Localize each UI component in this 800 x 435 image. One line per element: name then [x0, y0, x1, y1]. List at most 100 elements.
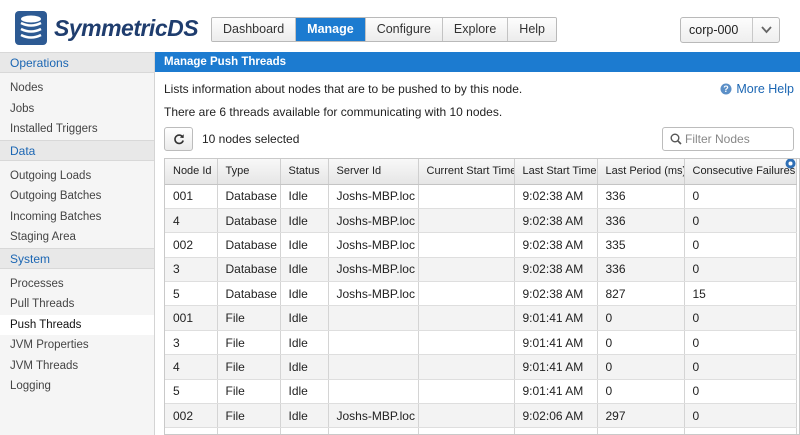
table-cell: Joshs-MBP.loc	[328, 208, 419, 234]
sidebar-section-data: Data	[0, 139, 154, 161]
table-cell	[418, 330, 515, 356]
table-row[interactable]: 3 File Idle 9:01:41 AM 0 0	[165, 330, 797, 356]
table-cell: File	[217, 354, 281, 380]
table-cell	[418, 184, 515, 209]
table-cell: 9:01:41 AM	[514, 354, 598, 380]
col-last-start-time[interactable]: Last Start Time	[514, 159, 598, 185]
table-cell: 0	[597, 354, 685, 380]
table-cell: 001	[165, 305, 218, 331]
database-logo-icon	[15, 11, 47, 45]
table-cell: 9:01:41 AM	[514, 305, 598, 331]
col-type[interactable]: Type	[217, 159, 281, 185]
col-consecutive-failures[interactable]: Consecutive Failures	[684, 159, 797, 185]
table-cell: Joshs-MBP.loc	[328, 232, 419, 258]
sidebar-item-jvm-properties[interactable]: JVM Properties	[0, 335, 154, 356]
table-cell: 0	[684, 208, 797, 234]
table-row[interactable]	[165, 427, 797, 434]
table-cell: 002	[165, 403, 218, 429]
table-row[interactable]: 001 File Idle 9:01:41 AM 0 0	[165, 305, 797, 331]
table-cell: 9:02:38 AM	[514, 281, 598, 307]
table-cell: 001	[165, 184, 218, 209]
table-row[interactable]: 4 Database Idle Joshs-MBP.loc 9:02:38 AM 336 0	[165, 208, 797, 234]
table-cell: 336	[597, 184, 685, 209]
table-cell	[328, 354, 419, 380]
table-cell: Idle	[280, 257, 329, 283]
col-node-id[interactable]: Node Id	[165, 159, 218, 185]
nav-help[interactable]: Help	[508, 18, 557, 41]
refresh-button[interactable]	[164, 127, 193, 151]
sidebar-item-processes[interactable]: Processes	[0, 274, 154, 295]
table-cell: 4	[165, 354, 218, 380]
filter-nodes-field[interactable]	[662, 127, 794, 151]
table-cell: 9:02:06 AM	[514, 403, 598, 429]
table-row[interactable]: 5 File Idle 9:01:41 AM 0 0	[165, 379, 797, 405]
col-last-period[interactable]: Last Period (ms)	[597, 159, 685, 185]
sidebar-item-outgoing-batches[interactable]: Outgoing Batches	[0, 186, 154, 207]
table-cell	[328, 330, 419, 356]
sidebar-item-nodes[interactable]: Nodes	[0, 78, 154, 99]
table-cell: 827	[597, 281, 685, 307]
table-cell: Idle	[280, 403, 329, 429]
sidebar-item-outgoing-loads[interactable]: Outgoing Loads	[0, 166, 154, 187]
sidebar: Operations Nodes Jobs Installed Triggers…	[0, 52, 155, 435]
table-header-row: Node Id Type Status Server Id Current St…	[165, 159, 797, 185]
table-cell	[418, 232, 515, 258]
help-icon: ?	[720, 83, 732, 95]
chevron-down-icon	[761, 26, 772, 34]
table-row[interactable]: 002 Database Idle Joshs-MBP.loc 9:02:38 AM 33…	[165, 232, 797, 258]
table-cell: 9:01:41 AM	[514, 330, 598, 356]
table-cell: 3	[165, 257, 218, 283]
table-cell: 0	[597, 305, 685, 331]
col-status[interactable]: Status	[280, 159, 329, 185]
sidebar-item-staging-area[interactable]: Staging Area	[0, 227, 154, 248]
refresh-icon	[174, 134, 184, 145]
more-help-link[interactable]: ? More Help	[720, 82, 794, 96]
table-cell	[280, 427, 329, 434]
table-cell: Database	[217, 257, 281, 283]
table-cell	[418, 257, 515, 283]
nav-manage[interactable]: Manage	[296, 18, 366, 41]
sidebar-item-installed-triggers[interactable]: Installed Triggers	[0, 119, 154, 140]
sidebar-item-logging[interactable]: Logging	[0, 376, 154, 397]
app-header: SymmetricDS Dashboard Manage Configure E…	[0, 0, 800, 52]
table-cell: 0	[684, 305, 797, 331]
table-row[interactable]: 3 Database Idle Joshs-MBP.loc 9:02:38 AM 336 0	[165, 257, 797, 283]
table-cell	[328, 305, 419, 331]
table-cell: Database	[217, 184, 281, 209]
table-cell: 4	[165, 208, 218, 234]
table-cell: File	[217, 403, 281, 429]
nav-dashboard[interactable]: Dashboard	[212, 18, 297, 41]
node-selector[interactable]: corp-000	[680, 17, 780, 43]
table-cell	[328, 379, 419, 405]
table-cell: 9:02:38 AM	[514, 257, 598, 283]
table-row[interactable]: 001 Database Idle Joshs-MBP.loc 9:02:38 AM 33…	[165, 184, 797, 209]
sidebar-item-jvm-threads[interactable]: JVM Threads	[0, 356, 154, 377]
table-row[interactable]: 002 File Idle Joshs-MBP.loc 9:02:06 AM 297 0	[165, 403, 797, 429]
sidebar-item-push-threads[interactable]: Push Threads	[0, 314, 154, 335]
table-cell	[418, 208, 515, 234]
sidebar-item-pull-threads[interactable]: Pull Threads	[0, 294, 154, 315]
sidebar-item-incoming-batches[interactable]: Incoming Batches	[0, 207, 154, 228]
table-cell: 297	[597, 403, 685, 429]
filter-nodes-input[interactable]	[685, 131, 789, 147]
table-cell: Joshs-MBP.loc	[328, 184, 419, 209]
sidebar-item-jobs[interactable]: Jobs	[0, 99, 154, 120]
main-panel: Manage Push Threads Lists information ab…	[155, 52, 800, 435]
nav-explore[interactable]: Explore	[442, 18, 509, 41]
table-cell: 336	[597, 257, 685, 283]
table-cell: 9:02:38 AM	[514, 184, 598, 209]
table-cell: Joshs-MBP.loc	[328, 281, 419, 307]
table-cell: File	[217, 379, 281, 405]
node-selector-toggle[interactable]	[752, 18, 779, 42]
table-cell	[684, 427, 797, 434]
table-cell: File	[217, 305, 281, 331]
search-icon	[670, 133, 682, 145]
col-server-id[interactable]: Server Id	[328, 159, 419, 185]
table-row[interactable]: 4 File Idle 9:01:41 AM 0 0	[165, 354, 797, 380]
table-cell: 0	[684, 403, 797, 429]
col-current-start-time[interactable]: Current Start Time	[418, 159, 515, 185]
table-row[interactable]: 5 Database Idle Joshs-MBP.loc 9:02:38 AM 827 1…	[165, 281, 797, 307]
nav-configure[interactable]: Configure	[365, 18, 443, 41]
column-settings-icon[interactable]	[785, 158, 796, 169]
table-cell	[597, 427, 685, 434]
